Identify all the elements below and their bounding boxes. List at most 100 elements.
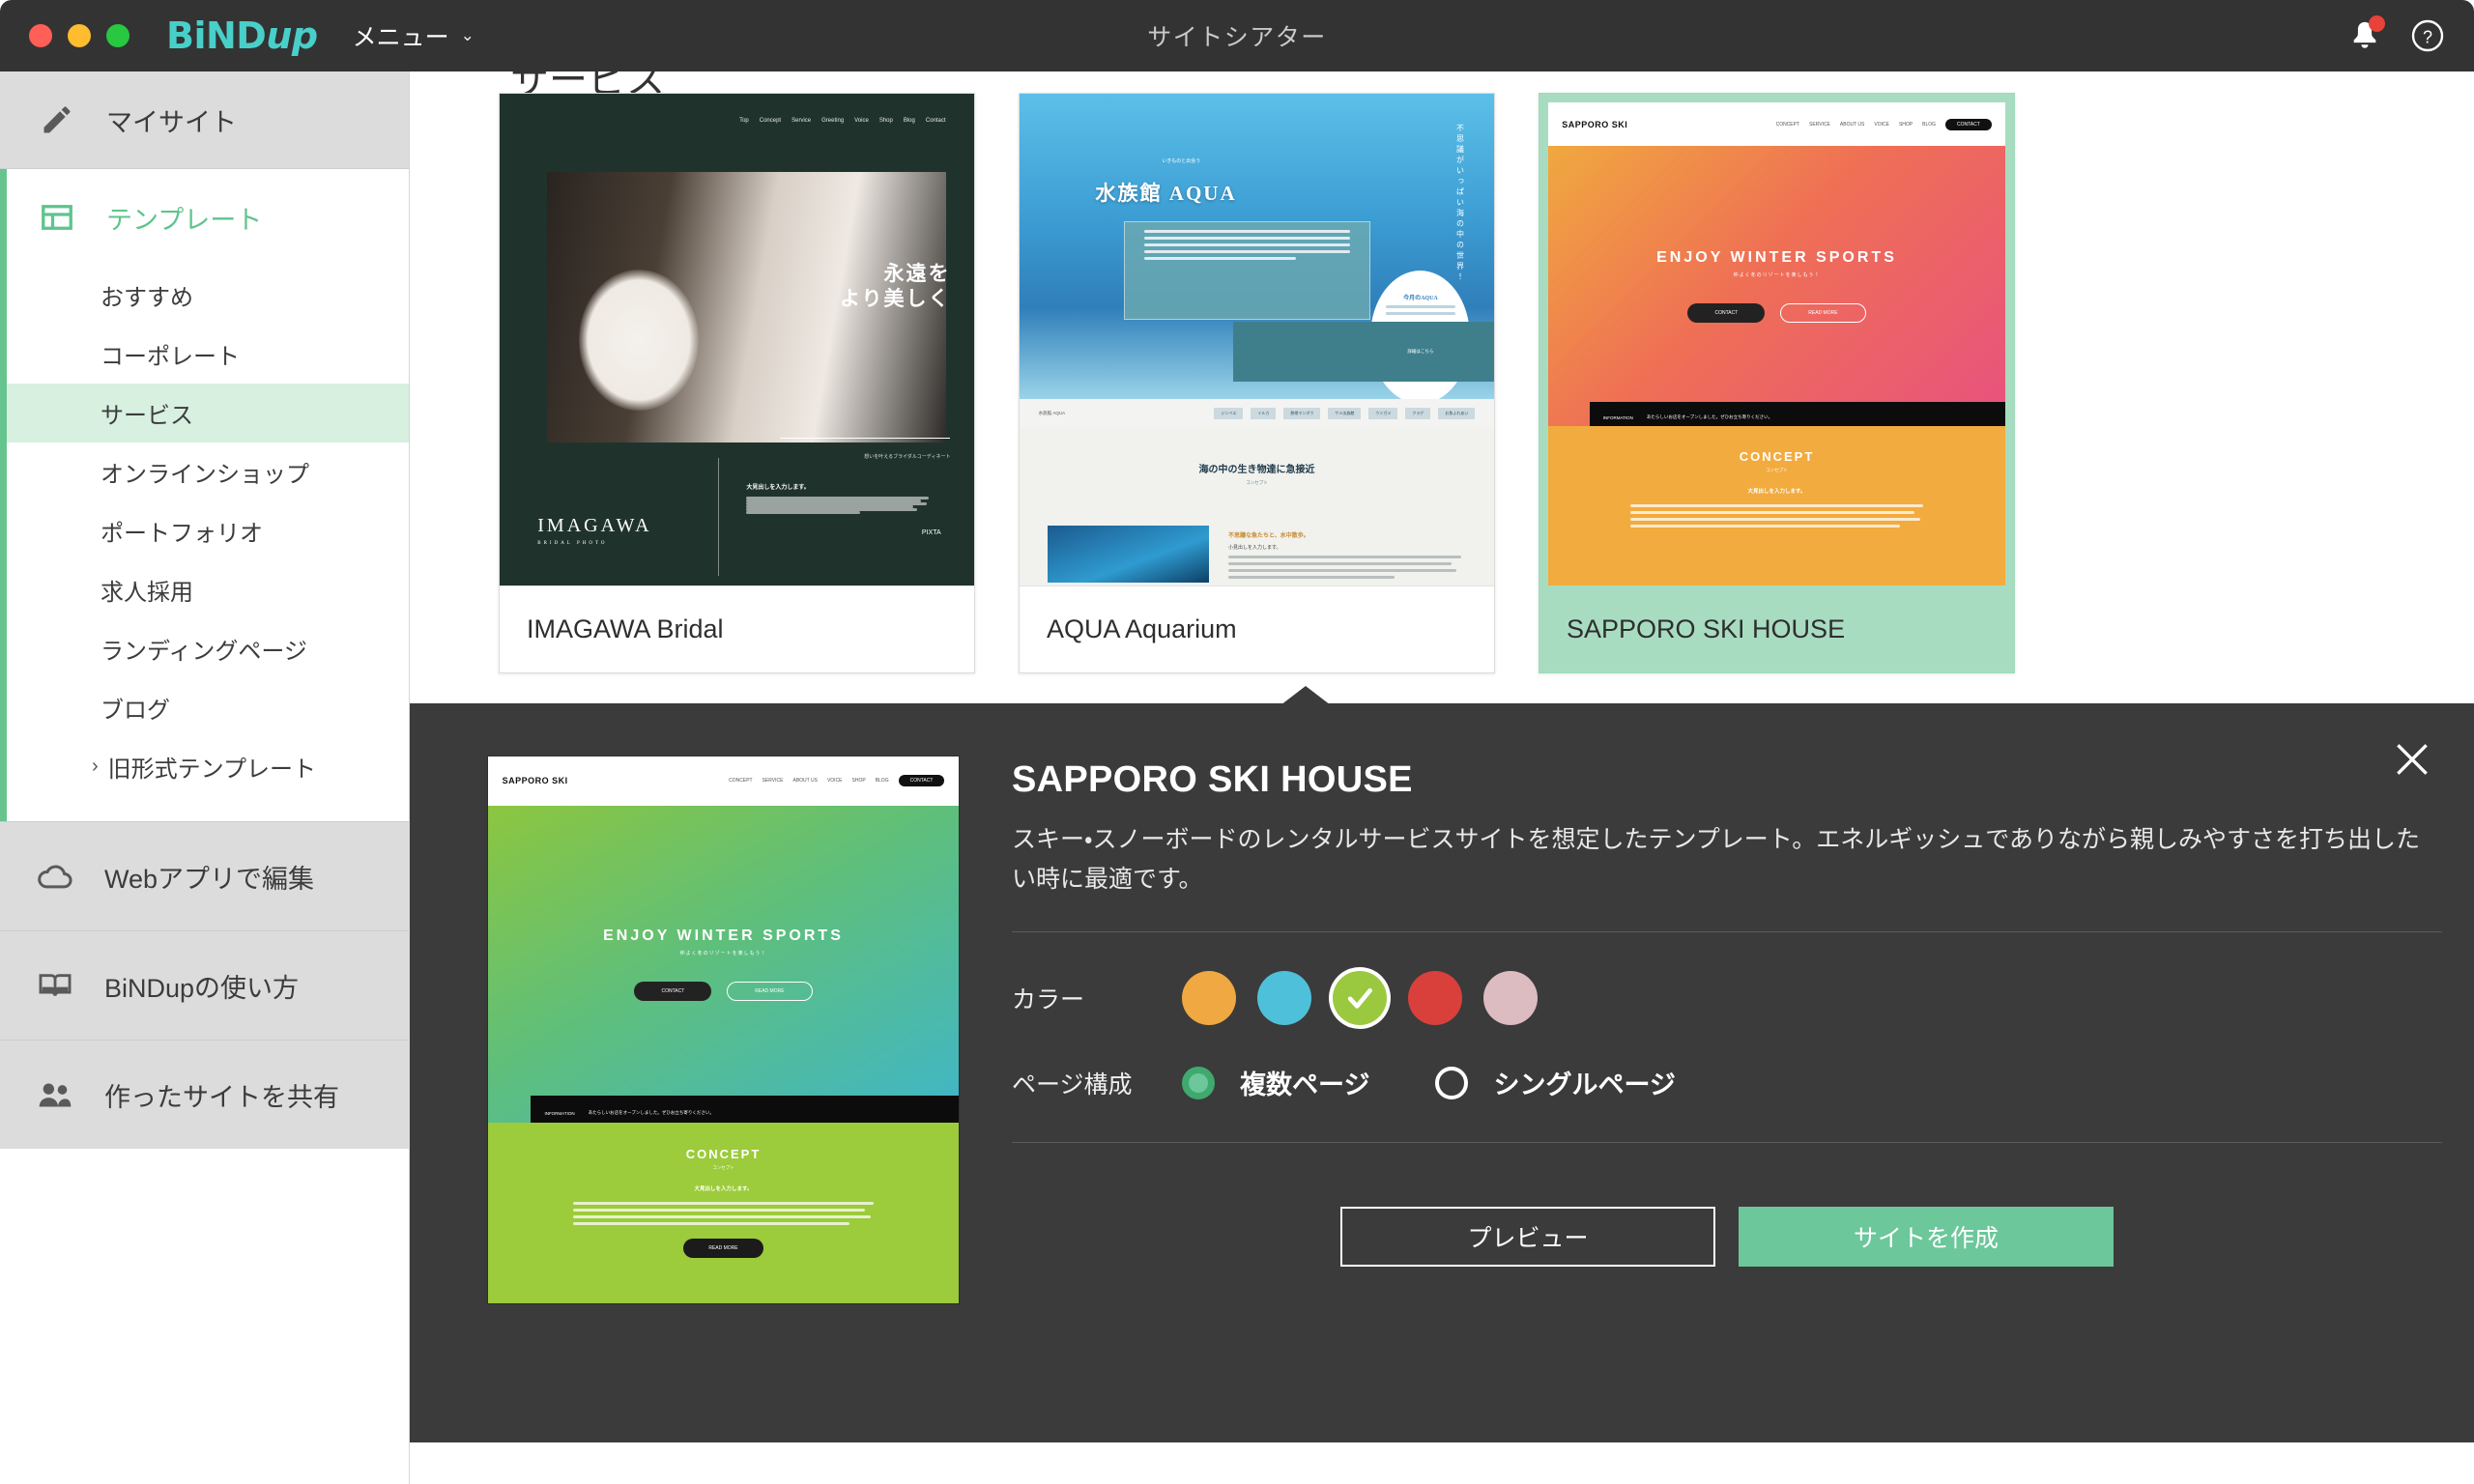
aqua-section: 海の中の生き物達に急接近 コンセプト 不思議な魚たちと、水中散歩。 小見出しを入…: [1020, 428, 1494, 585]
mini-read-more-button: READ MORE: [683, 1238, 763, 1258]
color-swatches: [1182, 971, 1538, 1025]
aqua-body-lead: 小見出しを入力します。: [1228, 545, 1281, 552]
aqua-subnav: 水族館 AQUA ジンベエ イルカ 熱帯マンボウ サメ水族館 ウミガメ クラゲ …: [1020, 398, 1494, 429]
template-card-imagawa[interactable]: Top Concept Service Greeting Voice Shop …: [499, 93, 975, 673]
notifications-button[interactable]: [2348, 15, 2385, 53]
aqua-info-box: [1124, 221, 1371, 321]
sidebar-subitem-service[interactable]: サービス: [7, 384, 409, 442]
template-card-sapporo[interactable]: SAPPORO SKI CONCEPT SERVICE ABOUT US VOI…: [1539, 93, 2015, 673]
mini-nav-link: SHOP: [851, 778, 866, 785]
minimize-window-button[interactable]: [68, 24, 91, 47]
imagawa-mini-site: Top Concept Service Greeting Voice Shop …: [500, 94, 974, 585]
layout-icon: [35, 200, 79, 235]
pencil-icon: [35, 102, 79, 137]
sidebar-subitem-label: 旧形式テンプレート: [107, 756, 316, 783]
close-window-button[interactable]: [29, 24, 52, 47]
sidebar-item-howto[interactable]: BiNDupの使い方: [0, 930, 409, 1040]
imagawa-brand-sub: BRIDAL PHOTO: [537, 541, 608, 547]
aqua-category-pills: ジンベエ イルカ 熱帯マンボウ サメ水族館 ウミガメ クラゲ お魚ふれあい: [1214, 407, 1476, 419]
mini-nav-link: CONCEPT: [1775, 121, 1800, 128]
mini-hero-title: ENJOY WINTER SPORTS: [603, 928, 844, 945]
sidebar-item-template[interactable]: テンプレート: [7, 169, 409, 266]
mini-hero-sub: 仲よく冬のリゾートを楽しもう！: [679, 951, 767, 957]
sidebar-subitem-label: ランディングページ: [101, 639, 307, 665]
sidebar-item-mysite[interactable]: マイサイト: [0, 71, 409, 169]
hero-line-1: 永遠を: [883, 262, 951, 286]
sidebar-subitem-blog[interactable]: ブログ: [7, 678, 409, 737]
maximize-window-button[interactable]: [106, 24, 129, 47]
sidebar-subitem-portfolio[interactable]: ポートフォリオ: [7, 501, 409, 560]
mini-nav-link: CONCEPT: [729, 778, 753, 785]
notification-badge: [2369, 15, 2385, 32]
mini-nav-links: CONCEPT SERVICE ABOUT US VOICE SHOP BLOG…: [1775, 118, 1992, 130]
sidebar-subitem-corporate[interactable]: コーポレート: [7, 325, 409, 384]
mini-nav-links: CONCEPT SERVICE ABOUT US VOICE SHOP BLOG…: [729, 775, 945, 787]
radio-single-page[interactable]: シングルページ: [1435, 1064, 1676, 1101]
sidebar-subitem-onlineshop[interactable]: オンラインショップ: [7, 442, 409, 501]
template-thumbnail: 不思議がいっぱい海の中の世界！ いきものと出会う 水族館 AQUA 今月のAQU…: [1020, 94, 1494, 585]
sidebar-subitem-recruit[interactable]: 求人採用: [7, 560, 409, 619]
aqua-promo-oval: 今月のAQUA 詳細はこちら: [1232, 271, 1494, 404]
radio-multi-page[interactable]: 複数ページ: [1182, 1064, 1369, 1101]
detail-preview-image[interactable]: SAPPORO SKI CONCEPT SERVICE ABOUT US VOI…: [487, 756, 960, 1304]
mini-ticker-label: INFORMATION: [1602, 414, 1633, 420]
sidebar-item-share[interactable]: 作ったサイトを共有: [0, 1040, 409, 1149]
mini-hero-buttons: CONTACT READ MORE: [1687, 303, 1866, 323]
sidebar-item-share-label: 作ったサイトを共有: [104, 1082, 339, 1112]
radio-single-page-input[interactable]: [1435, 1066, 1469, 1099]
sidebar-subitem-label: おすすめ: [101, 285, 193, 311]
mini-hero-buttons: CONTACT READ MORE: [634, 982, 813, 1002]
mini-ticker-text: あたらしいお店をオープンしました。ぜひお立ち寄りください。: [1646, 414, 1773, 420]
create-site-button[interactable]: サイトを作成: [1739, 1207, 2114, 1267]
app-logo: BiNDup: [166, 14, 318, 57]
color-swatch-pink[interactable]: [1483, 971, 1538, 1025]
help-button[interactable]: ?: [2410, 18, 2445, 53]
sidebar-subitem-legacy-templates[interactable]: › 旧形式テンプレート: [7, 737, 409, 796]
imagawa-brand: IMAGAWA BRIDAL PHOTO: [537, 515, 651, 546]
check-icon: [1347, 987, 1372, 1009]
mini-logo: SAPPORO SKI: [502, 776, 568, 786]
sidebar: マイサイト テンプレート おすすめ コーポレート サービス オンラインショップ …: [0, 71, 410, 1484]
window-title-text: サイトシアター: [1147, 24, 1327, 51]
mini-nav: SAPPORO SKI CONCEPT SERVICE ABOUT US VOI…: [488, 756, 959, 806]
template-thumbnail: Top Concept Service Greeting Voice Shop …: [500, 94, 974, 585]
aqua-section-body: 不思議な魚たちと、水中散歩。 小見出しを入力します。: [1228, 530, 1466, 580]
mini-nav-link: Contact: [925, 118, 946, 125]
aqua-pill: イルカ: [1251, 407, 1277, 419]
template-card-title: IMAGAWA Bridal: [500, 585, 974, 672]
mini-hero-sub: 仲よく冬のリゾートを楽しもう！: [1733, 272, 1821, 278]
mini-nav-link: Concept: [759, 118, 782, 125]
aqua-pill: 熱帯マンボウ: [1283, 407, 1321, 419]
sidebar-subitem-recommended[interactable]: おすすめ: [7, 266, 409, 325]
mini-nav-link: Blog: [903, 118, 915, 125]
imagawa-body-lead: 大見出しを入力します。: [746, 485, 810, 492]
mini-hero-button-2: READ MORE: [1780, 303, 1866, 323]
mini-concept-sub: コンセプト: [1766, 467, 1788, 472]
template-card-title: AQUA Aquarium: [1020, 585, 1494, 672]
mini-nav-link: Service: [791, 118, 812, 125]
detail-description: スキー・スノーボードのレンタルサービスサイトを想定したテンプレート。エネルギッシ…: [1012, 826, 2421, 893]
mini-nav-link: BLOG: [1922, 121, 1937, 128]
color-swatch-red[interactable]: [1408, 971, 1462, 1025]
template-card-aqua[interactable]: 不思議がいっぱい海の中の世界！ いきものと出会う 水族館 AQUA 今月のAQU…: [1019, 93, 1495, 673]
detail-actions: プレビュー サイトを作成: [1012, 1207, 2442, 1267]
mini-ticker-text: あたらしいお店をオープンしました。ぜひお立ち寄りください。: [588, 1110, 714, 1116]
aqua-pill: お魚ふれあい: [1438, 407, 1476, 419]
radio-multi-page-input[interactable]: [1182, 1066, 1215, 1099]
color-swatch-cyan[interactable]: [1257, 971, 1311, 1025]
color-swatch-green[interactable]: [1333, 971, 1387, 1025]
sidebar-item-webapp-edit[interactable]: Webアプリで編集: [0, 821, 409, 930]
menu-button[interactable]: メニュー ⌄: [353, 18, 475, 53]
sapporo-mini-site: SAPPORO SKI CONCEPT SERVICE ABOUT US VOI…: [1548, 102, 2005, 585]
mini-concept-title: CONCEPT: [1739, 448, 1815, 464]
mini-concept-paragraph: [1630, 503, 1923, 528]
mini-concept-sub: コンセプト: [712, 1164, 734, 1170]
mini-nav-link: VOICE: [1874, 121, 1889, 128]
hero-line-2: より美しく: [839, 287, 951, 311]
preview-button[interactable]: プレビュー: [1340, 1207, 1715, 1267]
sidebar-subitem-landingpage[interactable]: ランディングページ: [7, 619, 409, 678]
imagawa-hero-rule: [779, 438, 951, 440]
mini-nav-link: SERVICE: [1809, 121, 1830, 128]
color-swatch-orange[interactable]: [1182, 971, 1236, 1025]
detail-panel-caret: [1280, 686, 1331, 705]
